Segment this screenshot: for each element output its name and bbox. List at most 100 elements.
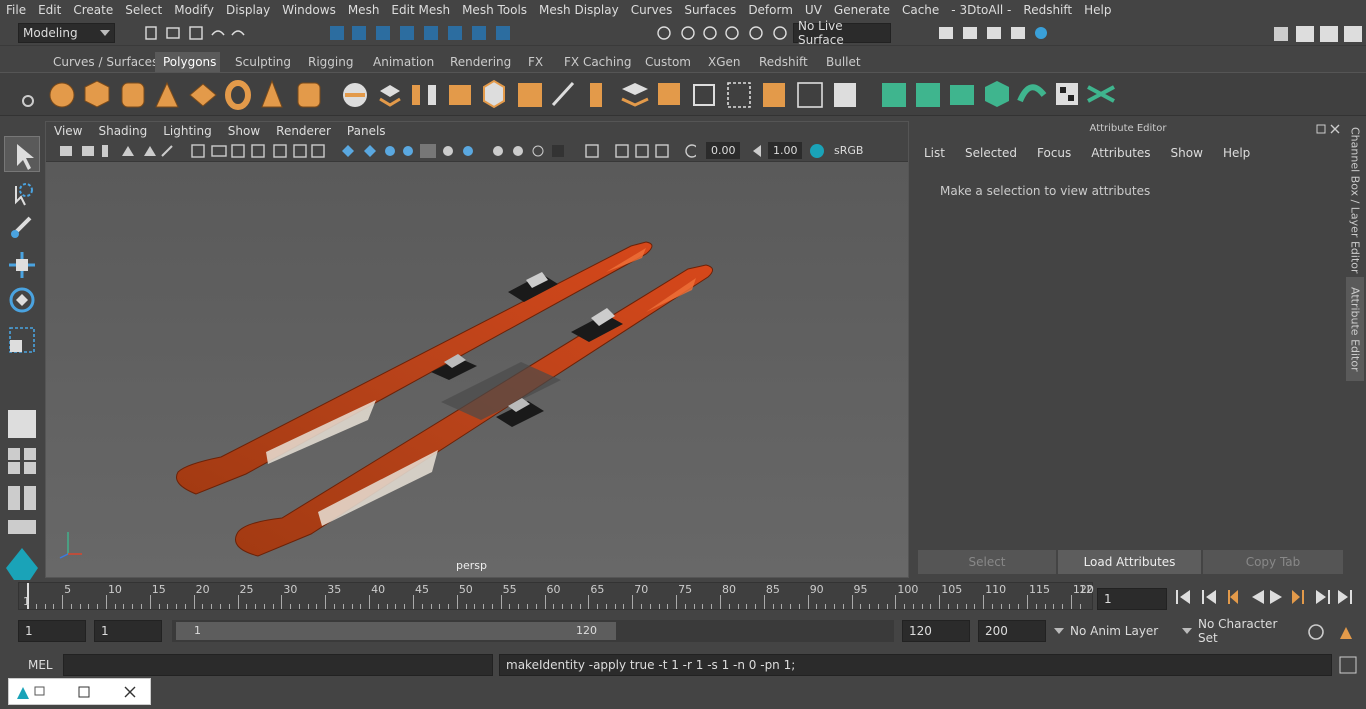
maya-logo-icon	[17, 687, 29, 699]
range-slider[interactable]: 1 120	[172, 620, 894, 642]
range-icons[interactable]	[1306, 621, 1362, 643]
timeline-tick	[939, 595, 941, 609]
exposure-field[interactable]: 0.00	[706, 142, 740, 159]
timeline-tick	[509, 604, 511, 609]
timeline-tick	[483, 604, 485, 609]
viewport-menu-panels[interactable]: Panels	[339, 124, 394, 138]
timeline-tick	[377, 604, 379, 609]
attribute-menu-help[interactable]: Help	[1212, 146, 1259, 160]
live-surface-field[interactable]: No Live Surface	[793, 19, 891, 47]
tab-redshift[interactable]: Redshift	[751, 52, 816, 72]
end-time-field[interactable]: 200	[978, 620, 1046, 642]
layout-four-icon	[8, 448, 36, 474]
go-to-start-icon	[1176, 590, 1190, 604]
color-space-label[interactable]: sRGB gamma	[829, 142, 905, 174]
start-time-field[interactable]: 1	[18, 620, 86, 642]
shelf-icons	[22, 79, 1115, 110]
timeline-tick	[772, 604, 774, 609]
select-tool[interactable]	[4, 136, 40, 172]
panel-window-icons[interactable]	[1315, 123, 1343, 135]
menu-curves[interactable]: Curves	[625, 3, 679, 17]
menu-select[interactable]: Select	[119, 3, 168, 17]
attribute-menu-selected[interactable]: Selected	[954, 146, 1026, 160]
tab-channel-box[interactable]: Channel Box / Layer Editor	[1346, 125, 1364, 275]
viewport-menu-lighting[interactable]: Lighting	[155, 124, 220, 138]
menu-mesh-display[interactable]: Mesh Display	[533, 3, 625, 17]
tab-animation[interactable]: Animation	[365, 52, 442, 72]
timeline-tick	[746, 604, 748, 609]
attribute-menu-attributes[interactable]: Attributes	[1080, 146, 1159, 160]
timeline-tick	[526, 604, 528, 609]
timeline-tick	[676, 595, 678, 609]
menu-help[interactable]: Help	[1078, 3, 1117, 17]
script-language-label[interactable]: MEL	[20, 656, 60, 674]
timeline-tick	[439, 604, 441, 609]
command-input[interactable]	[63, 654, 493, 676]
tab-sculpting[interactable]: Sculpting	[227, 52, 299, 72]
tab-custom[interactable]: Custom	[637, 52, 699, 72]
gamma-field[interactable]: 1.00	[768, 142, 802, 159]
tab-rendering[interactable]: Rendering	[442, 52, 519, 72]
viewport-menu-view[interactable]: View	[46, 124, 90, 138]
poly-pyramid-icon	[261, 79, 283, 108]
tab-fx[interactable]: FX	[520, 52, 551, 72]
menu-mesh-tools[interactable]: Mesh Tools	[456, 3, 533, 17]
menu-create[interactable]: Create	[67, 3, 119, 17]
shelf-gear-icon	[22, 95, 34, 107]
auto-key-icon	[1308, 624, 1324, 640]
menu-edit[interactable]: Edit	[32, 3, 67, 17]
attribute-menu-focus[interactable]: Focus	[1026, 146, 1080, 160]
menu-uv[interactable]: UV	[799, 3, 828, 17]
current-frame-field[interactable]: 1	[1097, 588, 1167, 610]
timeline-tick-label: 70	[634, 583, 649, 596]
menu-edit-mesh[interactable]: Edit Mesh	[385, 3, 456, 17]
character-set-label: No Character Set	[1198, 617, 1278, 645]
tab-bullet[interactable]: Bullet	[818, 52, 869, 72]
range-slider-handle[interactable]: 1 120	[176, 622, 616, 640]
playback-start-field[interactable]: 1	[94, 620, 162, 642]
insert-edge-loop-icon	[621, 83, 649, 107]
viewport-menu-show[interactable]: Show	[220, 124, 268, 138]
select-button[interactable]: Select	[918, 550, 1056, 574]
tab-fx-caching[interactable]: FX Caching	[556, 52, 639, 72]
timeline-tick	[1009, 604, 1011, 609]
tab-rigging[interactable]: Rigging	[300, 52, 361, 72]
tab-curves-surfaces[interactable]: Curves / Surfaces	[45, 52, 166, 72]
timeline-tick	[790, 604, 792, 609]
menu-file[interactable]: File	[0, 3, 32, 17]
attribute-menu-show[interactable]: Show	[1160, 146, 1212, 160]
attribute-menu-list[interactable]: List	[913, 146, 954, 160]
menu-display[interactable]: Display	[220, 3, 276, 17]
menu-modify[interactable]: Modify	[168, 3, 220, 17]
anim-layer-selector[interactable]: No Anim Layer	[1050, 620, 1168, 642]
tab-xgen[interactable]: XGen	[700, 52, 749, 72]
viewport-menu-shading[interactable]: Shading	[90, 124, 155, 138]
color-management-icon[interactable]	[808, 142, 826, 160]
copy-tab-button[interactable]: Copy Tab	[1203, 550, 1343, 574]
timeline-tick	[53, 604, 55, 609]
menu-redshift[interactable]: Redshift	[1017, 3, 1078, 17]
timeline-tick	[211, 604, 213, 609]
menu-mesh[interactable]: Mesh	[342, 3, 386, 17]
menu-surfaces[interactable]: Surfaces	[678, 3, 742, 17]
menu-cache[interactable]: Cache	[896, 3, 945, 17]
timeline-tick	[246, 604, 248, 609]
tab-attribute-editor[interactable]: Attribute Editor	[1346, 277, 1364, 381]
menu-windows[interactable]: Windows	[276, 3, 342, 17]
time-slider[interactable]: 5 10 15 20 25 30 35 40 45 50 55 60 65 70 75 80 85 90 95 100…	[18, 582, 1094, 610]
load-attributes-button[interactable]: Load Attributes	[1058, 550, 1201, 574]
menu-3dtoall[interactable]: - 3DtoAll -	[945, 3, 1017, 17]
mode-selector[interactable]: Modeling	[18, 23, 115, 43]
status-tool-icons	[145, 26, 787, 40]
timeline-tick	[693, 604, 695, 609]
tab-polygons[interactable]: Polygons	[155, 52, 220, 72]
timeline-tick	[983, 595, 985, 609]
viewport-scene[interactable]: persp	[46, 162, 908, 577]
menu-deform[interactable]: Deform	[742, 3, 799, 17]
script-editor-icon[interactable]	[1338, 655, 1358, 675]
playback-controls[interactable]	[1172, 586, 1362, 608]
playback-end-field[interactable]: 120	[902, 620, 970, 642]
character-set-selector[interactable]: No Character Set	[1178, 617, 1300, 645]
viewport-menu-renderer[interactable]: Renderer	[268, 124, 339, 138]
menu-generate[interactable]: Generate	[828, 3, 896, 17]
